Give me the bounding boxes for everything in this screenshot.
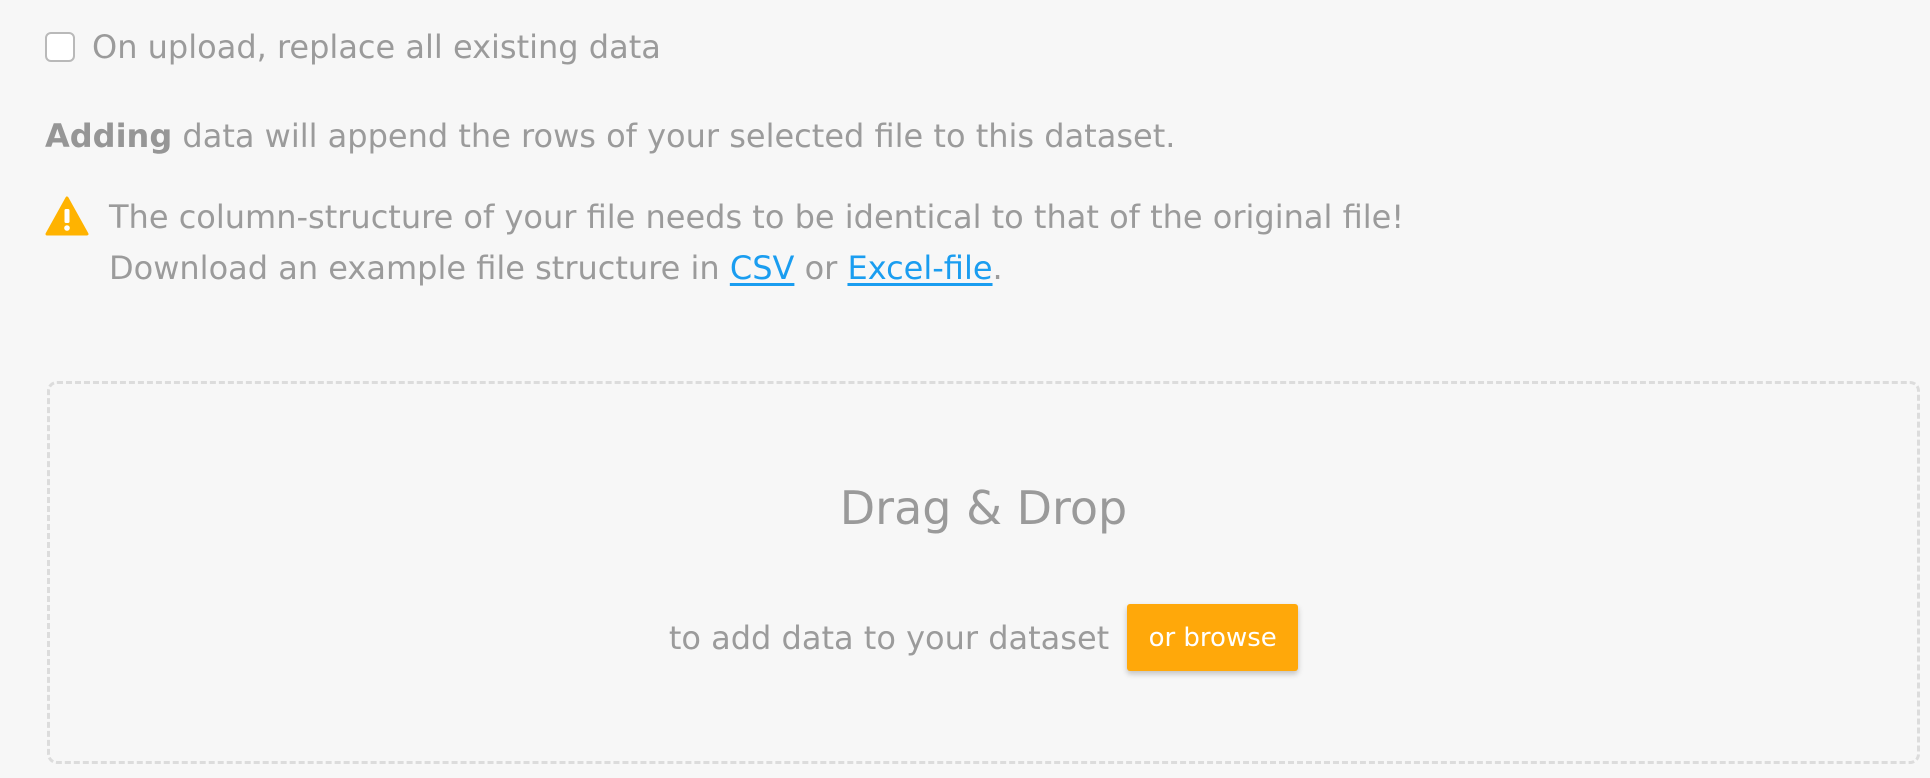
excel-download-link[interactable]: Excel-file bbox=[847, 249, 992, 287]
replace-data-label[interactable]: On upload, replace all existing data bbox=[92, 25, 661, 69]
append-info-text: Adding data will append the rows of your… bbox=[45, 114, 1175, 158]
append-info-rest: data will append the rows of your select… bbox=[172, 117, 1176, 155]
adding-emphasis: Adding bbox=[45, 117, 173, 155]
sentence-end: . bbox=[992, 249, 1003, 287]
warning-line-2: Download an example file structure in CS… bbox=[109, 243, 1404, 294]
dropzone-subtitle: to add data to your dataset bbox=[668, 618, 1110, 657]
warning-line-1: The column-structure of your file needs … bbox=[109, 198, 1405, 236]
warning-triangle-icon bbox=[45, 196, 89, 236]
warning-text: The column-structure of your file needs … bbox=[109, 192, 1404, 294]
structure-warning: The column-structure of your file needs … bbox=[45, 195, 1404, 294]
dropzone-title: Drag & Drop bbox=[839, 481, 1128, 535]
replace-data-option[interactable]: On upload, replace all existing data bbox=[45, 25, 661, 69]
dropzone-actions: to add data to your dataset or browse bbox=[50, 604, 1917, 671]
file-dropzone[interactable]: Drag & Drop to add data to your dataset … bbox=[47, 381, 1920, 764]
browse-button[interactable]: or browse bbox=[1127, 604, 1299, 671]
csv-download-link[interactable]: CSV bbox=[730, 249, 795, 287]
download-example-text: Download an example file structure in bbox=[109, 249, 730, 287]
replace-data-checkbox[interactable] bbox=[45, 32, 75, 62]
or-text: or bbox=[794, 249, 848, 287]
